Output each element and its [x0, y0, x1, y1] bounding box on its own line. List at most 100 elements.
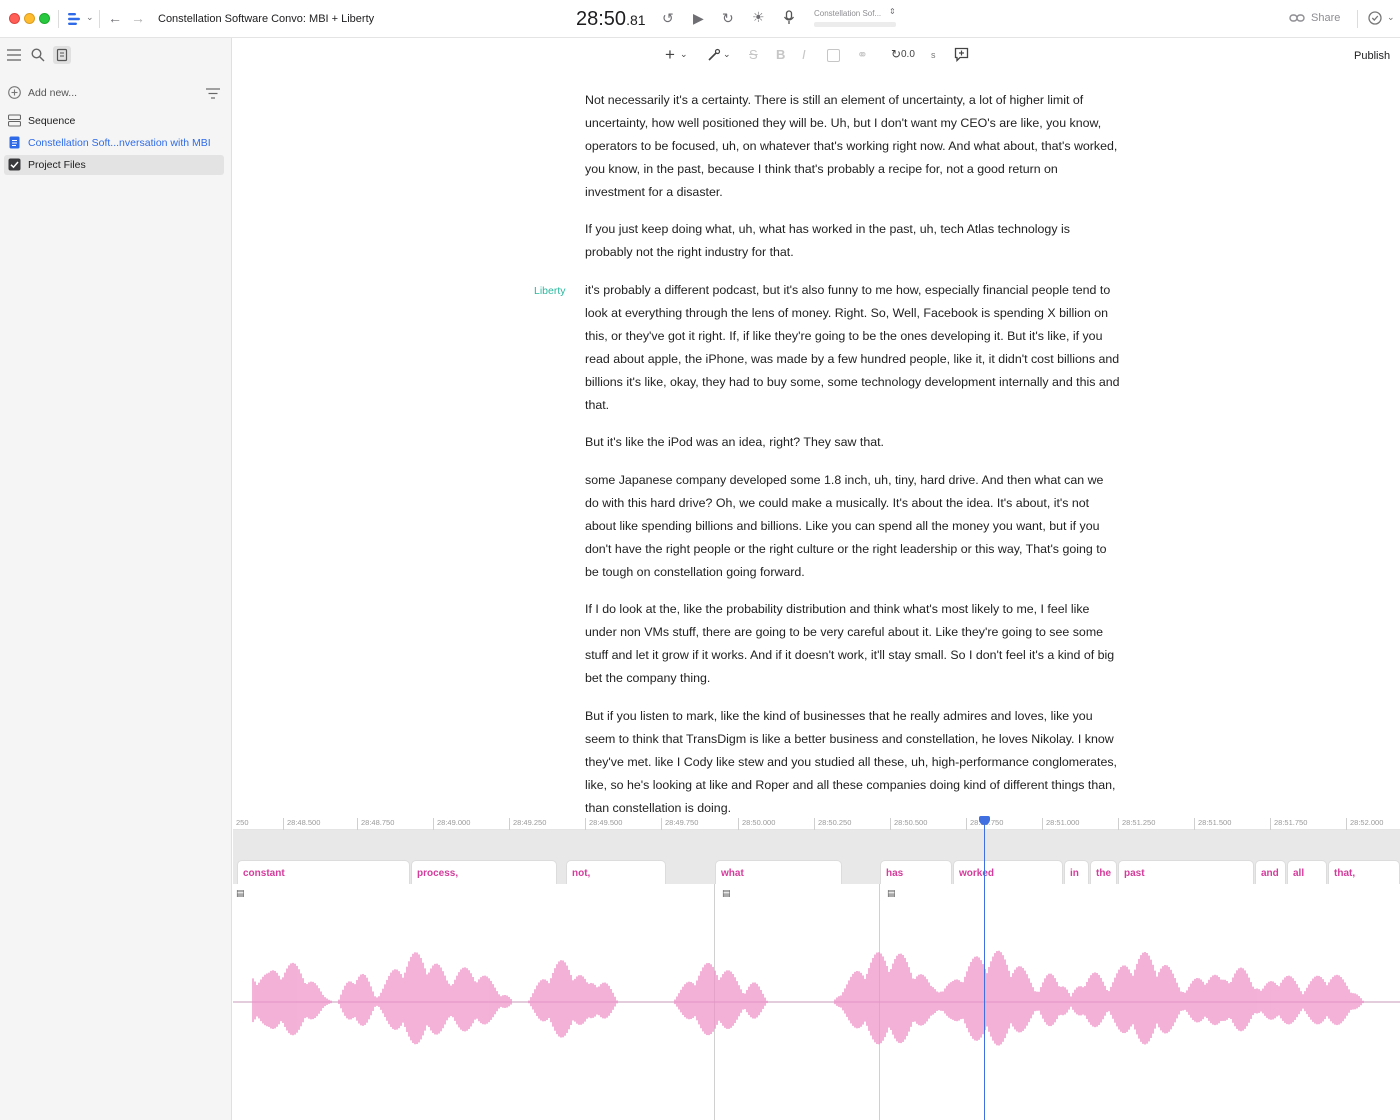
transcript-paragraph[interactable]: it's probably a different podcast, but i… [585, 279, 1120, 416]
word-chip[interactable]: what [715, 860, 842, 884]
sidebar-item-label: Constellation Soft...nversation with MBI [28, 137, 211, 149]
publish-button[interactable]: Publish [1354, 50, 1390, 62]
transcript-paragraph[interactable]: some Japanese company developed some 1.8… [585, 469, 1120, 584]
playhead[interactable] [984, 818, 985, 1120]
word-chip[interactable]: worked [953, 860, 1063, 884]
ruler-tick: 28:49.250 [509, 818, 546, 830]
audio-waveform[interactable] [233, 884, 1400, 1120]
share-button[interactable]: Share [1311, 12, 1340, 24]
forward-arrow-icon[interactable]: → [131, 11, 145, 25]
link-icon[interactable]: ⚭ [857, 48, 868, 61]
add-new-label: Add new... [28, 87, 78, 99]
zoom-window-button[interactable] [39, 13, 50, 24]
word-chip[interactable]: not, [566, 860, 666, 884]
sequence-icon [7, 114, 22, 127]
chevron-down-icon[interactable]: ⌄ [723, 50, 731, 59]
transcript-paragraph[interactable]: If you just keep doing what, uh, what ha… [585, 218, 1120, 264]
document-icon [8, 136, 21, 149]
ruler-tick: 28:51.500 [1194, 818, 1231, 830]
ruler-tick: 28:50.000 [738, 818, 775, 830]
time-ruler[interactable]: 250 28:48.500 28:48.750 28:49.000 28:49.… [233, 816, 1400, 830]
status-check-icon[interactable] [1368, 10, 1384, 28]
skip-forward-icon[interactable]: ↻ [722, 11, 734, 25]
add-new-button[interactable]: Add new... [0, 83, 232, 103]
chevron-down-icon[interactable]: ⌄ [86, 13, 94, 22]
ruler-tick: 28:51.000 [1042, 818, 1079, 830]
speed-unit: s [931, 50, 936, 60]
search-icon[interactable] [31, 48, 45, 64]
ruler-tick: 28:51.750 [1270, 818, 1307, 830]
transcript-editor[interactable]: Not necessarily it's a certainty. There … [233, 74, 1400, 816]
track-header [233, 830, 1400, 860]
transcript-paragraph[interactable]: Not necessarily it's a certainty. There … [585, 89, 1120, 204]
ruler-tick: 28:50.250 [814, 818, 851, 830]
ruler-tick: 250 [236, 818, 249, 827]
highlight-icon[interactable] [827, 49, 840, 62]
sidebar: Add new... Sequence Constellation Soft..… [0, 38, 232, 1120]
add-comment-icon[interactable] [954, 47, 969, 64]
sidebar-item-sequence[interactable]: Sequence [0, 111, 232, 131]
word-chip[interactable]: in [1064, 860, 1089, 884]
speaker-label[interactable]: Liberty [534, 285, 566, 297]
word-track[interactable]: constant process, not, what has worked i… [233, 860, 1400, 884]
bold-icon[interactable]: B [776, 48, 785, 61]
chevron-down-icon[interactable]: ⌄ [680, 50, 688, 59]
strikethrough-icon[interactable]: S [749, 48, 758, 61]
sidebar-item-label: Sequence [28, 115, 76, 127]
ruler-tick: 28:50.500 [890, 818, 927, 830]
waveform-area[interactable]: ▤ ▤ ▤ [233, 884, 1400, 1120]
ruler-tick: 28:48.750 [357, 818, 394, 830]
transcript-paragraph[interactable]: But it's like the iPod was an idea, righ… [585, 431, 1120, 454]
microphone-icon[interactable] [783, 10, 795, 27]
timecode-main: 28:50 [576, 8, 627, 30]
divider [58, 10, 59, 28]
transcript-paragraph[interactable]: If I do look at the, like the probabilit… [585, 598, 1120, 690]
skip-back-icon[interactable]: ↺ [662, 11, 674, 25]
app-logo-icon[interactable] [67, 11, 83, 29]
sidebar-item-label: Project Files [28, 159, 86, 171]
word-chip[interactable]: process, [411, 860, 557, 884]
ruler-tick: 28:52.000 [1346, 818, 1383, 830]
speed-value[interactable]: 0.0 [901, 50, 915, 60]
word-chip[interactable]: the [1090, 860, 1117, 884]
checkbox-icon [8, 158, 21, 171]
timecode-fraction: .81 [626, 12, 646, 28]
sidebar-item-project-files[interactable]: Project Files [4, 155, 224, 175]
timeline[interactable]: 250 28:48.500 28:48.750 28:49.000 28:49.… [233, 816, 1400, 1120]
transcript-paragraph[interactable]: But if you listen to mark, like the kind… [585, 705, 1120, 816]
menu-icon[interactable] [7, 49, 21, 63]
sidebar-item-document[interactable]: Constellation Soft...nversation with MBI [0, 133, 232, 153]
editor-toolbar: + ⌄ ⌄ S B I ⚭ ↻ 0.0 s [233, 38, 1400, 74]
brightness-icon[interactable]: ☀ [752, 10, 765, 24]
document-title[interactable]: Constellation Software Convo: MBI + Libe… [158, 13, 374, 25]
ruler-tick: 28:49.000 [433, 818, 470, 830]
close-window-button[interactable] [9, 13, 20, 24]
word-chip[interactable]: has [880, 860, 952, 884]
word-chip[interactable]: and [1255, 860, 1286, 884]
play-icon[interactable]: ▶ [693, 11, 704, 25]
ruler-tick: 28:49.500 [585, 818, 622, 830]
plus-circle-icon [8, 86, 21, 99]
ruler-tick: 28:49.750 [661, 818, 698, 830]
chevron-down-icon[interactable]: ⌄ [1387, 13, 1395, 22]
timecode-display: 28:50.81 [576, 8, 646, 31]
clip-selector[interactable]: Constellation Sof... [814, 9, 881, 18]
word-chip[interactable]: all [1287, 860, 1327, 884]
filter-icon[interactable] [206, 87, 220, 101]
italic-icon[interactable]: I [802, 48, 806, 61]
speed-icon: ↻ [891, 47, 902, 61]
word-chip[interactable]: that, [1328, 860, 1400, 884]
magic-wand-icon[interactable] [707, 48, 721, 64]
clip-progress-bar [814, 22, 896, 27]
notebook-icon[interactable] [53, 46, 71, 64]
divider [1357, 10, 1358, 28]
divider [99, 10, 100, 28]
ruler-tick: 28:51.250 [1118, 818, 1155, 830]
back-arrow-icon[interactable]: ← [108, 11, 122, 25]
word-chip[interactable]: past [1118, 860, 1254, 884]
word-chip[interactable]: constant [237, 860, 410, 884]
link-icon[interactable] [1289, 11, 1305, 27]
minimize-window-button[interactable] [24, 13, 35, 24]
updown-chevron-icon[interactable]: ⇕ [889, 8, 896, 16]
add-icon[interactable]: + [665, 46, 675, 63]
